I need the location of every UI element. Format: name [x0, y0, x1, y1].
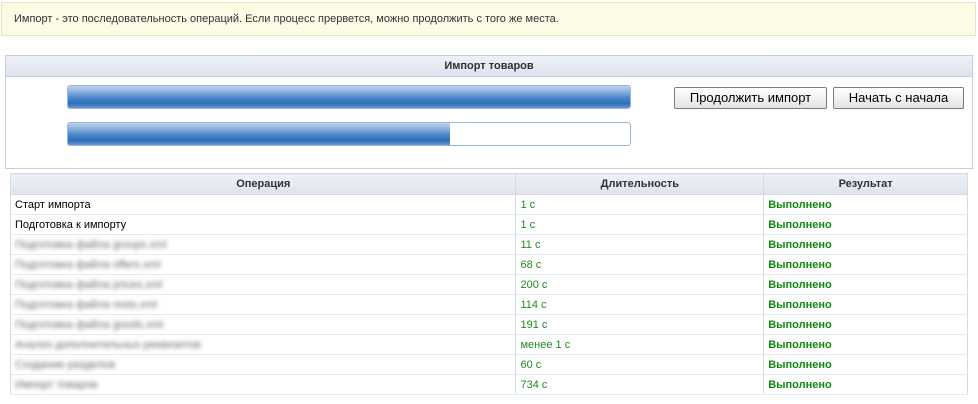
overall-progress-bar [67, 85, 631, 109]
operations-table: Операция Длительность Результат Старт им… [9, 173, 968, 395]
column-header-duration: Длительность [515, 173, 765, 195]
duration-cell: 68 с [515, 254, 765, 275]
duration-cell: 60 с [515, 354, 765, 375]
operation-name: Подготовка файла groups.xml [15, 238, 167, 251]
column-header-result: Результат [763, 173, 968, 195]
table-row: Подготовка файла offers.xml 68 с Выполнено [10, 254, 968, 275]
table-row: Подготовка файла prices.xml 200 с Выполнен… [10, 274, 968, 295]
operation-name: Анализ дополнительных реквизитов [15, 338, 201, 351]
duration-cell: 1 с [515, 214, 765, 235]
operation-cell: Подготовка файла rests.xml [10, 294, 517, 315]
operation-cell: Анализ дополнительных реквизитов [10, 334, 517, 355]
operation-name: Подготовка файла rests.xml [15, 298, 157, 311]
result-cell: Выполнено [763, 314, 968, 335]
operation-name: Создание разделов [15, 358, 116, 371]
operation-name: Подготовка к импорту [15, 218, 127, 231]
table-row: Подготовка файла groups.xml 11 с Выполнено [10, 234, 968, 255]
operation-name: Подготовка файла goods.xml [15, 318, 163, 331]
operation-cell: Подготовка файла prices.xml [10, 274, 517, 295]
operation-cell: Старт импорта [10, 194, 517, 215]
duration-cell: 11 с [515, 234, 765, 255]
table-row: Анализ дополнительных реквизитов менее 1 … [10, 334, 968, 355]
table-row: Создание разделов 60 с Выполнено [10, 354, 968, 375]
operation-cell: Подготовка файла groups.xml [10, 234, 517, 255]
duration-cell: менее 1 с [515, 334, 765, 355]
result-cell: Выполнено [763, 274, 968, 295]
continue-import-button[interactable]: Продолжить импорт [674, 87, 827, 109]
info-notice: Импорт - это последовательность операций… [1, 2, 976, 36]
operation-cell: Подготовка файла offers.xml [10, 254, 517, 275]
restart-import-button[interactable]: Начать с начала [833, 87, 964, 109]
result-cell: Выполнено [763, 194, 968, 215]
step-progress-bar [67, 122, 631, 146]
column-header-operation: Операция [9, 173, 517, 195]
duration-cell: 200 с [515, 274, 765, 295]
result-cell: Выполнено [763, 214, 968, 235]
result-cell: Выполнено [763, 234, 968, 255]
duration-cell: 114 с [515, 294, 765, 315]
operation-cell: Импорт товаров [10, 374, 517, 395]
operation-cell: Подготовка файла goods.xml [10, 314, 517, 335]
result-cell: Выполнено [763, 254, 968, 275]
panel-title: Импорт товаров [6, 56, 972, 77]
duration-cell: 734 с [515, 374, 765, 395]
operation-cell: Подготовка к импорту [10, 214, 517, 235]
operation-name: Старт импорта [15, 198, 91, 211]
duration-cell: 1 с [515, 194, 765, 215]
operation-name: Импорт товаров [15, 378, 98, 391]
result-cell: Выполнено [763, 294, 968, 315]
operation-cell: Создание разделов [10, 354, 517, 375]
table-row: Импорт товаров 734 с Выполнено [10, 374, 968, 395]
overall-progress-fill [68, 86, 630, 108]
table-row: Подготовка файла goods.xml 191 с Выполнено [10, 314, 968, 335]
duration-cell: 191 с [515, 314, 765, 335]
result-cell: Выполнено [763, 334, 968, 355]
result-cell: Выполнено [763, 354, 968, 375]
operation-name: Подготовка файла offers.xml [15, 258, 161, 271]
table-row: Старт импорта 1 с Выполнено [10, 194, 968, 215]
table-row: Подготовка файла rests.xml 114 с Выполнено [10, 294, 968, 315]
table-row: Подготовка к импорту 1 с Выполнено [10, 214, 968, 235]
step-progress-fill [68, 123, 451, 145]
operation-name: Подготовка файла prices.xml [15, 278, 163, 291]
result-cell: Выполнено [763, 374, 968, 395]
table-header-row: Операция Длительность Результат [9, 173, 968, 195]
import-panel: Импорт товаров Продолжить импорт Начать … [5, 55, 973, 169]
